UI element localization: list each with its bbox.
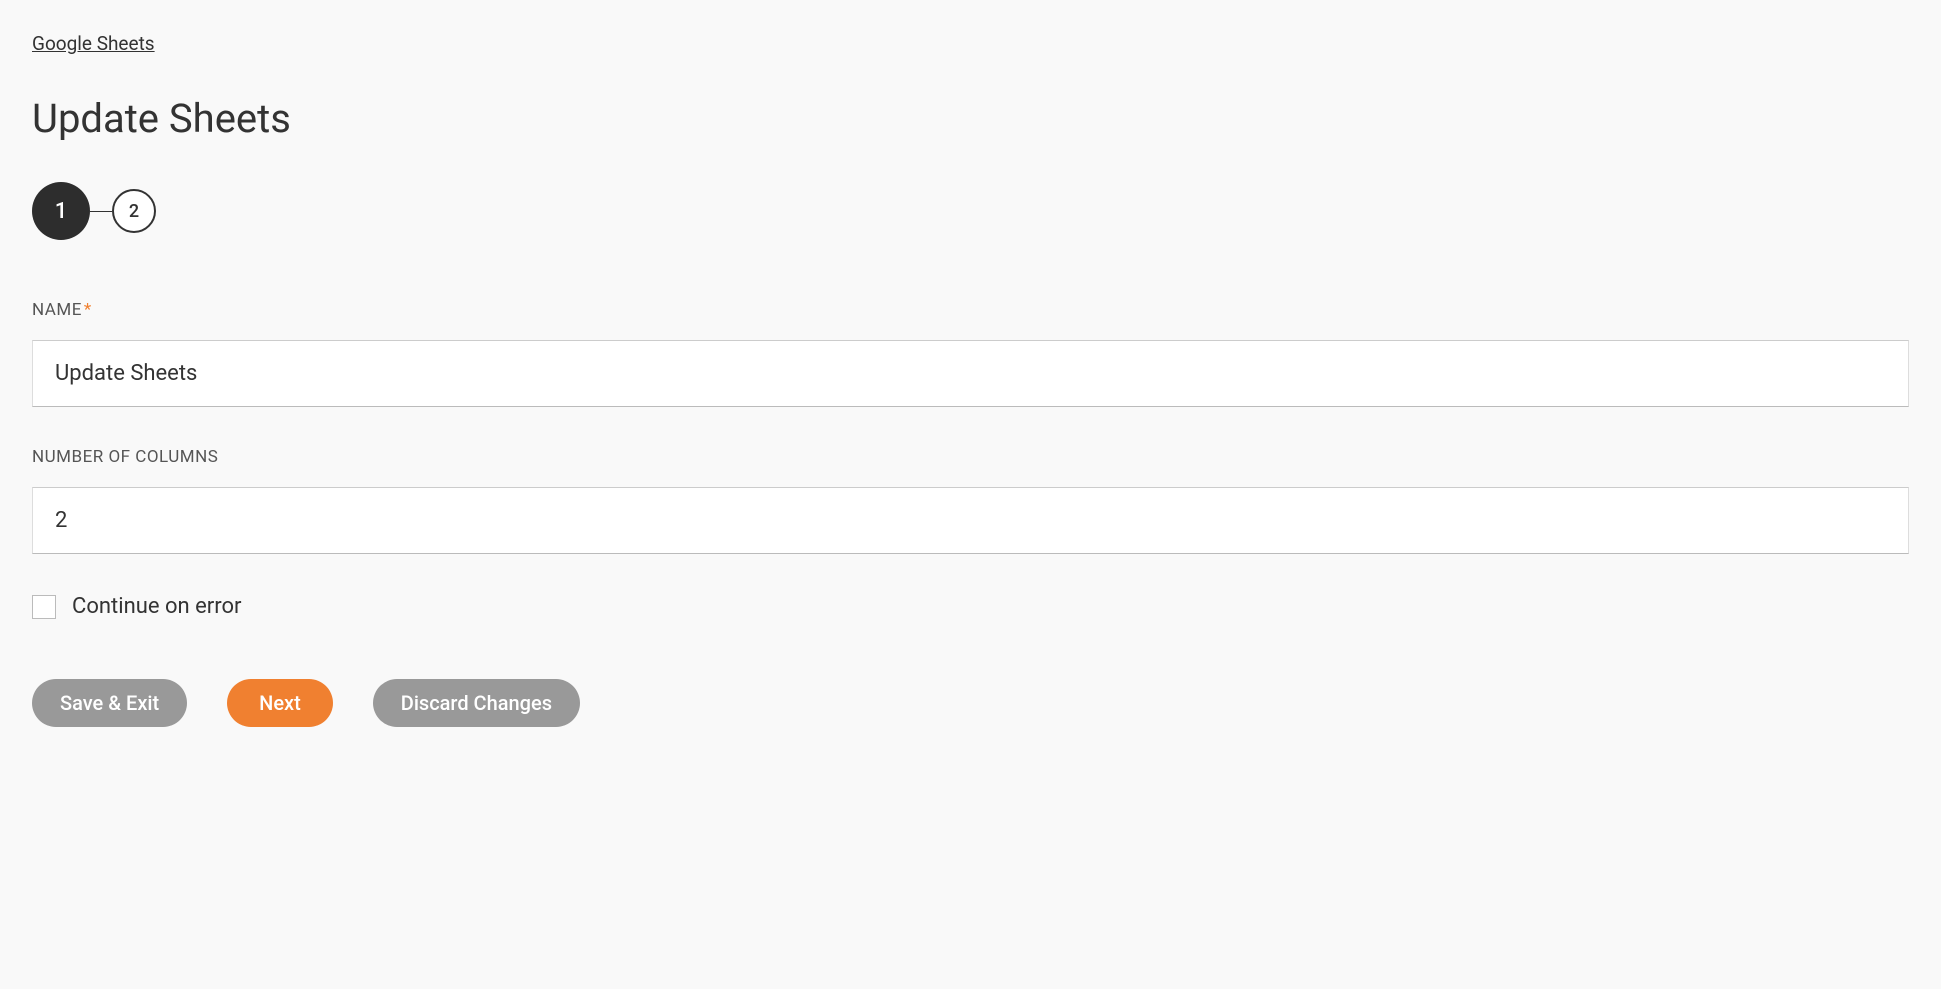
name-input[interactable] <box>32 340 1909 407</box>
breadcrumb-link[interactable]: Google Sheets <box>32 32 155 55</box>
name-label-text: NAME <box>32 300 82 320</box>
columns-label: NUMBER OF COLUMNS <box>32 447 1909 467</box>
next-button[interactable]: Next <box>227 679 333 727</box>
step-2[interactable]: 2 <box>112 189 156 233</box>
page-title: Update Sheets <box>32 95 1909 142</box>
checkbox-group-continue: Continue on error <box>32 594 1909 619</box>
step-connector <box>90 211 112 212</box>
save-exit-button[interactable]: Save & Exit <box>32 679 187 727</box>
form-group-columns: NUMBER OF COLUMNS <box>32 447 1909 554</box>
form-group-name: NAME* <box>32 300 1909 407</box>
continue-on-error-checkbox[interactable] <box>32 595 56 619</box>
stepper: 1 2 <box>32 182 1909 240</box>
name-label: NAME* <box>32 300 1909 320</box>
continue-on-error-label[interactable]: Continue on error <box>72 594 241 619</box>
step-1[interactable]: 1 <box>32 182 90 240</box>
discard-button[interactable]: Discard Changes <box>373 679 580 727</box>
required-asterisk-icon: * <box>84 300 92 320</box>
button-row: Save & Exit Next Discard Changes <box>32 679 1909 727</box>
columns-input[interactable] <box>32 487 1909 554</box>
